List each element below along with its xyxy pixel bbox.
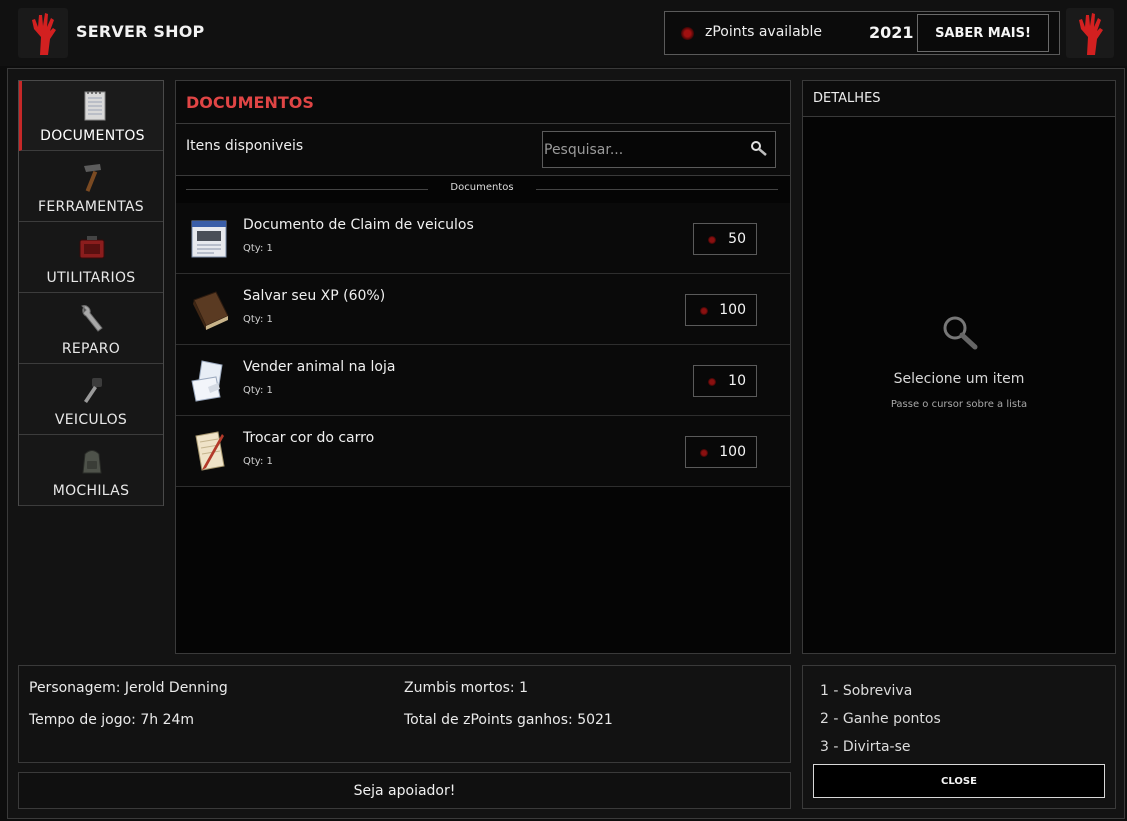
item-price: 100 [719, 444, 746, 460]
catalog-title: DOCUMENTOS [186, 93, 314, 112]
vehicle-document-icon [188, 215, 232, 261]
sidebar-item-label: REPARO [61, 341, 121, 357]
item-qty: Qty: 1 [243, 385, 273, 396]
zpoints-label: zPoints available [705, 24, 823, 40]
item-qty: Qty: 1 [243, 243, 273, 254]
zpoints-coin-icon [708, 236, 716, 244]
item-name: Salvar seu XP (60%) [243, 288, 386, 304]
book-icon [188, 286, 232, 332]
buy-button[interactable]: 50 [693, 223, 757, 255]
section-label: Documentos [440, 182, 524, 193]
zpoints-coin-icon [700, 307, 708, 315]
magnifier-icon [935, 313, 983, 353]
sidebar-item-label: VEICULOS [54, 412, 128, 428]
item-name: Vender animal na loja [243, 359, 396, 375]
tip-line: 3 - Divirta-se [820, 739, 911, 755]
details-empty-title: Selecione um item [893, 371, 1025, 387]
section-divider: Documentos [186, 182, 778, 196]
learn-more-button[interactable]: SABER MAIS! [917, 14, 1049, 52]
item-qty: Qty: 1 [243, 456, 273, 467]
hammer-icon [77, 162, 107, 192]
zpoints-coin-icon [681, 27, 694, 40]
close-button[interactable]: CLOSE [813, 764, 1105, 798]
details-panel: DETALHES Selecione um item Passe o curso… [802, 80, 1116, 654]
generator-icon [77, 233, 107, 263]
shop-title: SERVER SHOP [76, 22, 205, 41]
item-name: Trocar cor do carro [243, 430, 375, 446]
playtime: Tempo de jogo: 7h 24m [29, 712, 195, 728]
zpoints-value: 2021 [869, 23, 914, 42]
total-zpoints-earned: Total de zPoints ganhos: 5021 [404, 712, 613, 728]
sidebar-item-label: FERRAMENTAS [38, 199, 144, 215]
item-qty: Qty: 1 [243, 314, 273, 325]
zombie-hand-icon [32, 13, 56, 55]
zpoints-panel: zPoints available 2021 SABER MAIS! [664, 11, 1060, 55]
sidebar-item-label: DOCUMENTOS [40, 128, 145, 144]
item-price: 10 [728, 373, 746, 389]
list-item[interactable]: Documento de Claim de veiculos Qty: 1 50 [176, 203, 790, 274]
item-price: 100 [719, 302, 746, 318]
character-name: Personagem: Jerold Denning [29, 680, 228, 696]
notebook-icon [80, 91, 110, 121]
zombies-killed: Zumbis mortos: 1 [404, 680, 529, 696]
zpoints-coin-icon [708, 378, 716, 386]
item-name: Documento de Claim de veiculos [243, 217, 474, 233]
paper-sheets-icon [188, 357, 232, 403]
details-empty-hint: Passe o cursor sobre a lista [890, 399, 1028, 410]
catalog-panel: DOCUMENTOS Itens disponiveis Documentos … [175, 80, 791, 654]
backpack-icon [77, 446, 107, 476]
wrench-icon [77, 304, 107, 334]
tip-line: 2 - Ganhe pontos [820, 711, 941, 727]
tip-line: 1 - Sobreviva [820, 683, 913, 699]
sidebar-item-reparo[interactable]: REPARO [19, 294, 163, 364]
sidebar-item-ferramentas[interactable]: FERRAMENTAS [19, 152, 163, 222]
search-icon[interactable] [749, 139, 769, 159]
buy-button[interactable]: 100 [685, 294, 757, 326]
list-item[interactable]: Vender animal na loja Qty: 1 10 [176, 345, 790, 416]
player-stats-panel: Personagem: Jerold Denning Tempo de jogo… [18, 665, 791, 763]
car-key-icon [77, 375, 107, 405]
sidebar-item-veiculos[interactable]: VEICULOS [19, 365, 163, 435]
category-sidebar: DOCUMENTOS FERRAMENTAS UTILITARIOS REPAR… [18, 80, 164, 506]
sidebar-item-label: UTILITARIOS [46, 270, 136, 286]
sidebar-item-mochilas[interactable]: MOCHILAS [19, 436, 163, 506]
sidebar-item-utilitarios[interactable]: UTILITARIOS [19, 223, 163, 293]
list-item[interactable]: Salvar seu XP (60%) Qty: 1 100 [176, 274, 790, 345]
details-header: DETALHES [803, 81, 1115, 117]
item-price: 50 [728, 231, 746, 247]
available-items-label: Itens disponiveis [186, 138, 304, 154]
top-bar: SERVER SHOP zPoints available 2021 SABER… [0, 0, 1127, 66]
zombie-hand-logo-right [1066, 8, 1114, 58]
sidebar-item-label: MOCHILAS [52, 483, 130, 499]
support-button[interactable]: Seja apoiador! [18, 772, 791, 809]
search-input[interactable] [544, 133, 740, 166]
buy-button[interactable]: 10 [693, 365, 757, 397]
sidebar-item-documentos[interactable]: DOCUMENTOS [19, 81, 163, 151]
catalog-subheader: Itens disponiveis [176, 124, 790, 176]
details-title: DETALHES [813, 91, 881, 106]
zombie-hand-logo [18, 8, 68, 58]
tips-panel: 1 - Sobreviva 2 - Ganhe pontos 3 - Divir… [802, 665, 1116, 809]
list-item[interactable]: Trocar cor do carro Qty: 1 100 [176, 416, 790, 487]
catalog-header: DOCUMENTOS [176, 81, 790, 124]
buy-button[interactable]: 100 [685, 436, 757, 468]
search-box [542, 131, 776, 168]
zombie-hand-icon [1079, 13, 1103, 55]
zpoints-coin-icon [700, 449, 708, 457]
note-pencil-icon [188, 428, 232, 474]
